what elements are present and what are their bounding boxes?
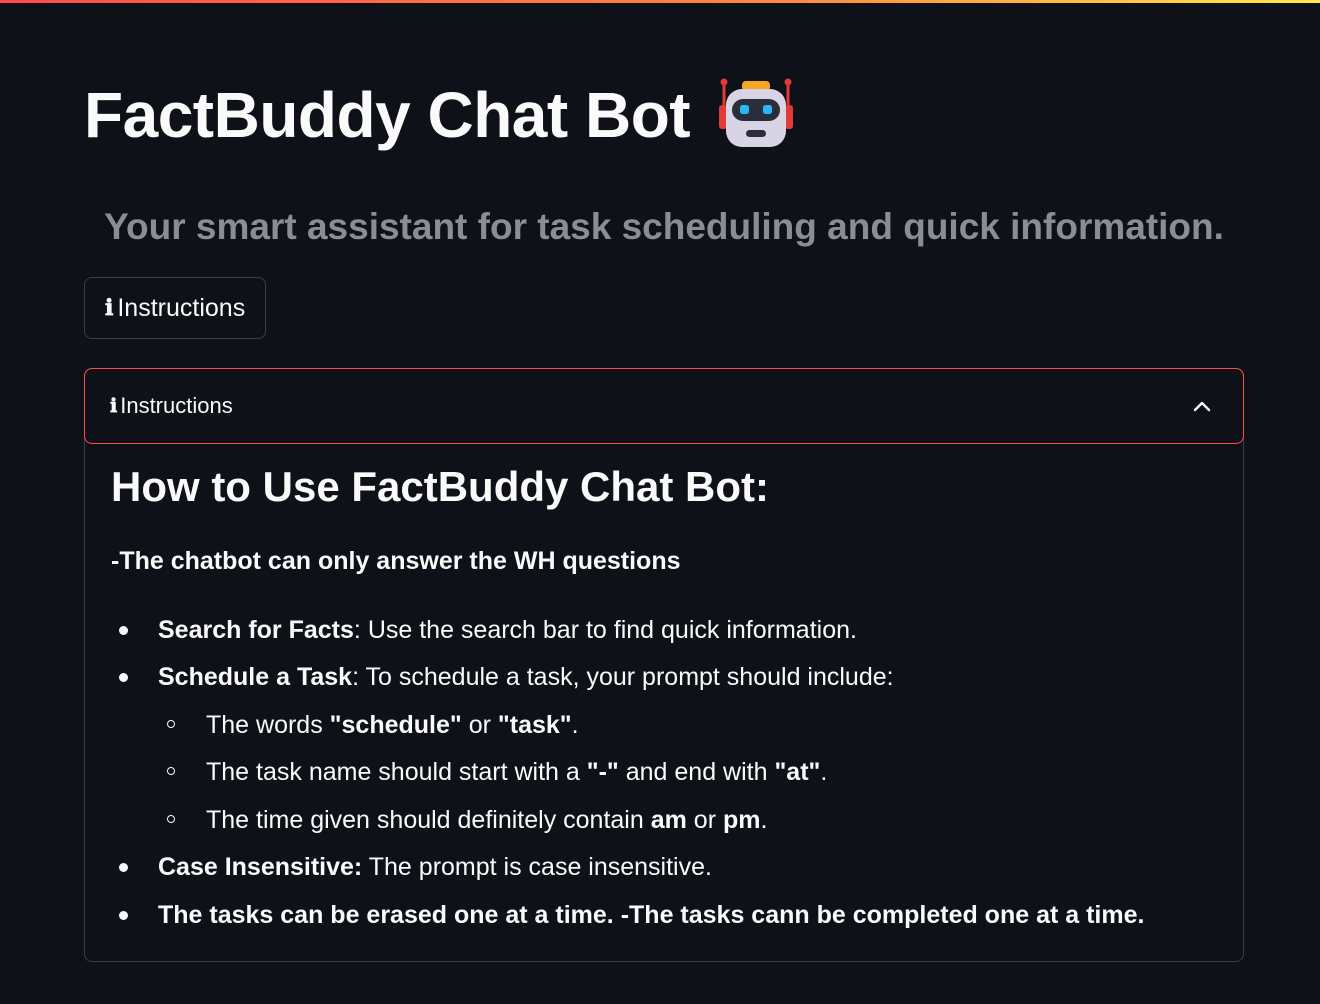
expander-title: Instructions — [120, 393, 233, 418]
sub-bullet — [167, 767, 175, 775]
sub-bullet — [167, 815, 175, 823]
list-item-text: The tasks can be erased one at a time. -… — [158, 901, 1145, 929]
robot-icon — [719, 78, 794, 147]
info-icon: ℹ — [105, 295, 114, 321]
chevron-up-icon[interactable] — [1191, 395, 1213, 417]
sub-bullet — [167, 720, 175, 728]
page-subtitle: Your smart assistant for task scheduling… — [104, 206, 1224, 247]
instructions-button-label: Instructions — [117, 293, 246, 322]
title-row: FactBuddy Chat Bot — [84, 72, 796, 158]
info-icon: ℹ — [110, 395, 118, 417]
expander-header-label: ℹ Instructions — [110, 393, 233, 419]
expander-header[interactable]: ℹ Instructions — [84, 368, 1244, 444]
page-title: FactBuddy Chat Bot — [84, 79, 691, 151]
bullet — [119, 626, 128, 635]
list-item-text: Search for Facts: Use the search bar to … — [158, 616, 857, 644]
sub-list-item-text: The words "schedule" or "task". — [206, 711, 579, 739]
bullet — [119, 863, 128, 872]
list-item-text: Schedule a Task: To schedule a task, you… — [158, 663, 894, 691]
top-decoration-bar — [0, 0, 1320, 3]
list-item-text: Case Insensitive: The prompt is case ins… — [158, 853, 712, 881]
instructions-button[interactable]: ℹ Instructions — [84, 277, 267, 339]
instructions-note: -The chatbot can only answer the WH ques… — [111, 547, 681, 575]
instructions-expander: ℹ Instructions How to Use FactBuddy Chat… — [84, 368, 1244, 962]
bullet — [119, 911, 128, 920]
bullet — [119, 673, 128, 682]
instructions-heading: How to Use FactBuddy Chat Bot: — [111, 463, 769, 510]
sub-list-item-text: The time given should definitely contain… — [206, 806, 768, 834]
sub-list-item-text: The task name should start with a "-" an… — [206, 758, 828, 786]
